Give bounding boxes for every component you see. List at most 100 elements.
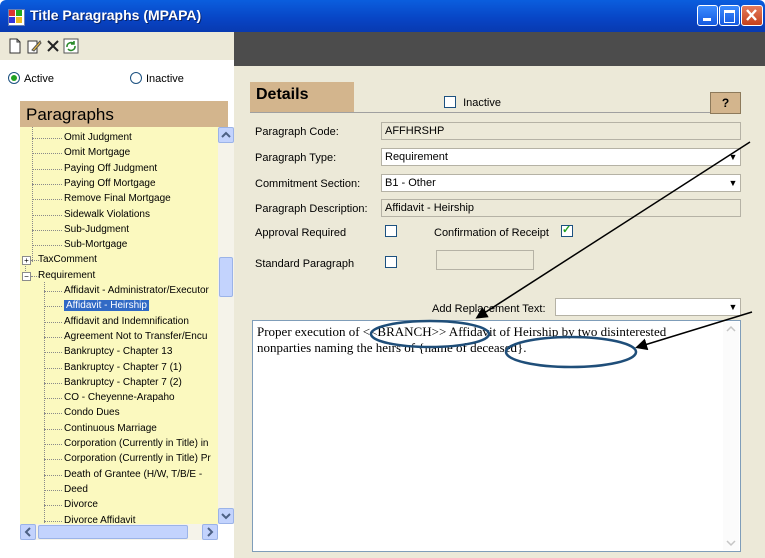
minimize-icon bbox=[703, 18, 711, 21]
tree-item[interactable]: Omit Mortgage bbox=[64, 145, 130, 160]
checkbox-icon bbox=[444, 96, 456, 108]
tree-item[interactable]: Omit Judgment bbox=[64, 130, 132, 145]
refresh-icon[interactable] bbox=[63, 38, 79, 54]
tree-item[interactable]: Bankruptcy - Chapter 7 (1) bbox=[64, 360, 182, 375]
tree-item[interactable]: Divorce Affidavit bbox=[64, 513, 136, 524]
tree-line bbox=[44, 413, 62, 414]
inactive-radio[interactable]: Inactive bbox=[130, 72, 184, 86]
paragraph-type-value: Requirement bbox=[385, 151, 448, 163]
tree-item[interactable]: Sidewalk Violations bbox=[64, 207, 150, 222]
expand-icon[interactable]: + bbox=[22, 256, 31, 265]
new-icon[interactable] bbox=[7, 38, 23, 54]
details-panel: Details Inactive ? Paragraph Code: AFFHR… bbox=[234, 66, 765, 558]
tree-item[interactable]: Deed bbox=[64, 482, 88, 497]
standard-paragraph-field[interactable] bbox=[436, 250, 534, 270]
tree-line bbox=[44, 383, 62, 384]
tree-node[interactable]: Requirement bbox=[38, 268, 95, 283]
tree-item-label: Corporation (Currently in Title) Pr bbox=[64, 453, 211, 464]
tree-item-label: Requirement bbox=[38, 270, 96, 281]
tree-item[interactable]: CO - Cheyenne-Arapaho bbox=[64, 390, 175, 405]
tree-line bbox=[44, 368, 62, 369]
tree-item[interactable]: Bankruptcy - Chapter 13 bbox=[64, 344, 172, 359]
tree-item[interactable]: Continuous Marriage bbox=[64, 421, 157, 436]
replacement-text-label: Add Replacement Text: bbox=[432, 303, 546, 315]
paragraph-description-field[interactable]: Affidavit - Heirship bbox=[381, 199, 741, 217]
paragraph-type-select[interactable]: Requirement ▼ bbox=[381, 148, 741, 166]
left-panel: Active Inactive Paragraphs Omit Judgment… bbox=[0, 60, 234, 558]
commitment-section-select[interactable]: B1 - Other ▼ bbox=[381, 174, 741, 192]
help-button[interactable]: ? bbox=[710, 92, 741, 114]
paragraph-code-field[interactable]: AFFHRSHP bbox=[381, 122, 741, 140]
details-tab: Details bbox=[250, 82, 354, 112]
tree-item[interactable]: Sub-Judgment bbox=[64, 222, 129, 237]
tree-item[interactable]: Divorce bbox=[64, 497, 98, 512]
tree-vertical-scrollbar[interactable] bbox=[218, 127, 234, 524]
tree-item[interactable]: Death of Grantee (H/W, T/B/E - bbox=[64, 467, 202, 482]
tree-line bbox=[44, 444, 62, 445]
scroll-down-button[interactable] bbox=[218, 508, 234, 524]
tree-item-label: Death of Grantee (H/W, T/B/E - bbox=[64, 469, 203, 480]
horizontal-scroll-thumb[interactable] bbox=[38, 525, 188, 539]
scroll-up-button[interactable] bbox=[218, 127, 234, 143]
collapse-icon[interactable]: − bbox=[22, 272, 31, 281]
close-button[interactable] bbox=[741, 5, 763, 26]
tree-item-label: Bankruptcy - Chapter 7 (1) bbox=[64, 362, 182, 373]
tree-item-label: Omit Mortgage bbox=[64, 147, 131, 158]
tree-item[interactable]: Corporation (Currently in Title) Pr bbox=[64, 451, 211, 466]
tree-item-label: Agreement Not to Transfer/Encu bbox=[64, 331, 208, 342]
title-bar[interactable]: Title Paragraphs (MPAPA) bbox=[0, 0, 765, 32]
text-scrollbar[interactable] bbox=[723, 322, 739, 550]
tree-item-label: TaxComment bbox=[38, 254, 97, 265]
tree-item[interactable]: Remove Final Mortgage bbox=[64, 191, 171, 206]
tree-item[interactable]: Affidavit - Heirship bbox=[64, 298, 149, 313]
tree-horizontal-scrollbar[interactable] bbox=[20, 524, 218, 540]
tree-item[interactable]: Affidavit - Administrator/Executor bbox=[64, 283, 209, 298]
tree-item[interactable]: Bankruptcy - Chapter 7 (2) bbox=[64, 375, 182, 390]
tree-line bbox=[32, 127, 33, 262]
window-title: Title Paragraphs (MPAPA) bbox=[30, 7, 202, 23]
tree-item[interactable]: Affidavit and Indemnification bbox=[64, 314, 189, 329]
tree-item-label: Affidavit and Indemnification bbox=[64, 316, 189, 327]
paragraph-type-label: Paragraph Type: bbox=[255, 152, 337, 164]
approval-required-checkbox[interactable] bbox=[385, 225, 397, 238]
paragraph-text-area[interactable]: Proper execution of <<BRANCH>> Affidavit… bbox=[252, 320, 741, 552]
tree-item[interactable]: Condo Dues bbox=[64, 405, 120, 420]
tree-item[interactable]: Paying Off Judgment bbox=[64, 161, 157, 176]
tree-line bbox=[31, 260, 39, 261]
tree-line bbox=[44, 352, 62, 353]
tree-item-label: Bankruptcy - Chapter 13 bbox=[64, 346, 173, 357]
tree-node[interactable]: TaxComment bbox=[38, 252, 97, 267]
close-icon bbox=[746, 9, 757, 21]
confirmation-checkbox[interactable] bbox=[561, 223, 573, 238]
scroll-thumb[interactable] bbox=[219, 257, 233, 297]
delete-icon[interactable] bbox=[45, 38, 61, 54]
scroll-left-button[interactable] bbox=[20, 524, 36, 540]
minimize-button[interactable] bbox=[697, 5, 718, 26]
app-icon bbox=[8, 9, 25, 26]
active-radio[interactable]: Active bbox=[8, 72, 54, 86]
tree-item[interactable]: Agreement Not to Transfer/Encu bbox=[64, 329, 207, 344]
chevron-up-icon bbox=[221, 131, 231, 138]
tree-item[interactable]: Paying Off Mortgage bbox=[64, 176, 156, 191]
tree-item-label: Condo Dues bbox=[64, 407, 120, 418]
tree-item-label: Sub-Mortgage bbox=[64, 239, 128, 250]
tree-line bbox=[44, 459, 62, 460]
maximize-button[interactable] bbox=[719, 5, 740, 26]
paragraph-tree[interactable]: Omit Judgment Omit Mortgage Paying Off Jud… bbox=[20, 127, 218, 524]
standard-paragraph-label: Standard Paragraph bbox=[255, 258, 355, 270]
tree-item[interactable]: Sub-Mortgage bbox=[64, 237, 127, 252]
scroll-right-button[interactable] bbox=[202, 524, 218, 540]
paragraph-code-label: Paragraph Code: bbox=[255, 126, 339, 138]
tree-item[interactable]: Corporation (Currently in Title) in bbox=[64, 436, 209, 451]
inactive-checkbox[interactable]: Inactive bbox=[444, 96, 501, 109]
chevron-up-icon bbox=[726, 325, 736, 332]
dropdown-arrow-icon: ▼ bbox=[728, 152, 738, 162]
standard-paragraph-checkbox[interactable] bbox=[385, 256, 397, 269]
tree-line bbox=[44, 306, 62, 307]
replacement-text-select[interactable]: ▼ bbox=[555, 298, 741, 316]
tree-item-label: Divorce Affidavit bbox=[64, 515, 136, 524]
edit-icon[interactable] bbox=[26, 38, 42, 54]
tree-item-label: Bankruptcy - Chapter 7 (2) bbox=[64, 377, 182, 388]
chevron-left-icon bbox=[24, 527, 31, 537]
tree-line bbox=[32, 138, 62, 139]
